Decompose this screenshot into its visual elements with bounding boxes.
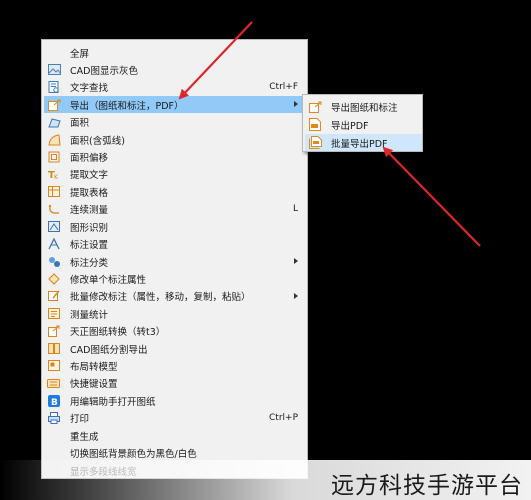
annotation-arrows bbox=[178, 21, 481, 247]
arrow-to-export-item bbox=[178, 21, 253, 100]
screen: 全屏 CAD图显示灰色 文字查找 Ctrl+F 导出（图纸和标注，PDF） 面积 面积(含弧… bbox=[0, 0, 531, 500]
arrow-to-batch-pdf-item bbox=[382, 146, 481, 247]
